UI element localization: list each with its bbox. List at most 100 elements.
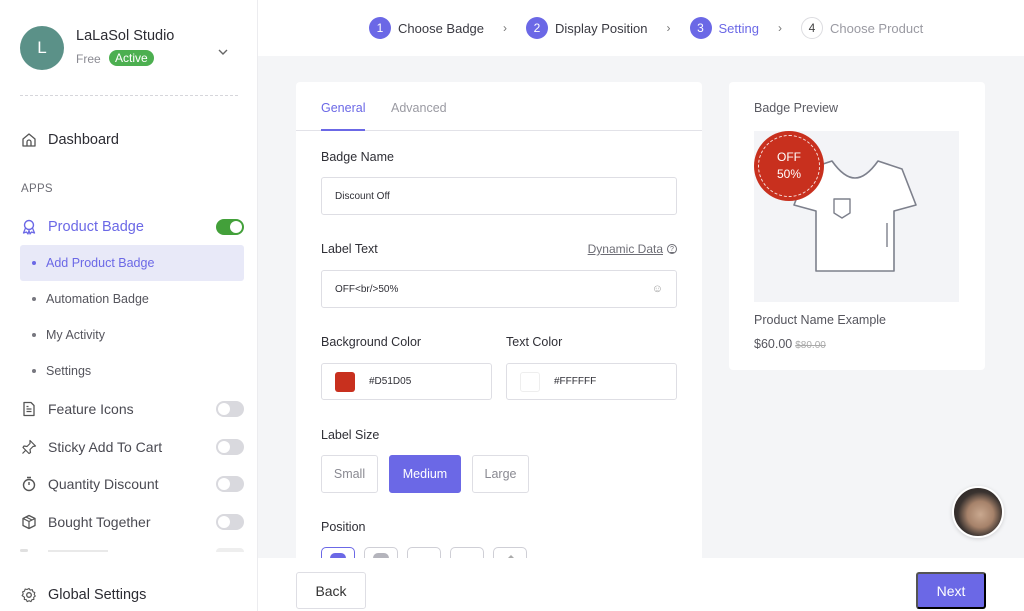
sidebar-item-label: Sticky Add To Cart (48, 439, 163, 455)
size-medium-button[interactable]: Medium (389, 455, 461, 493)
tab-advanced[interactable]: Advanced (391, 101, 447, 129)
settings-tabs: General Advanced (296, 82, 702, 131)
support-chat-avatar[interactable] (952, 486, 1004, 538)
product-price: $60.00 $80.00 (754, 337, 826, 351)
badge-preview-title: Badge Preview (754, 101, 839, 115)
sidebar-item-product-badge[interactable]: Product Badge (20, 213, 244, 241)
status-badge: Active (109, 50, 154, 66)
apps-heading: APPS (21, 183, 53, 195)
account-plan: Free (76, 52, 101, 66)
product-name: Product Name Example (754, 313, 887, 327)
bought-together-toggle[interactable] (216, 514, 244, 530)
step-setting[interactable]: 3 Setting (689, 17, 759, 39)
sidebar-subitem-label: Add Product Badge (46, 256, 155, 270)
sidebar-item-label: Bought Together (48, 514, 151, 530)
step-label: Setting (718, 20, 759, 36)
sidebar-item-label: Feature Icons (48, 401, 134, 417)
back-button[interactable]: Back (296, 572, 366, 609)
tab-general[interactable]: General (321, 101, 366, 131)
chevron-right-icon: › (778, 21, 782, 35)
sidebar-item-dashboard[interactable]: Dashboard (20, 126, 244, 154)
dynamic-data-link[interactable]: Dynamic Data ? (588, 242, 677, 256)
badge-preview-card: Badge Preview OFF 50% Product Name Examp… (729, 82, 985, 370)
size-small-button[interactable]: Small (321, 455, 378, 493)
pin-icon (20, 438, 38, 456)
badge-name-input[interactable]: Discount Off (321, 177, 677, 215)
home-icon (20, 131, 38, 149)
label-text-input[interactable]: OFF<br/>50% ☺ (321, 270, 677, 308)
badge-name-value: Discount Off (335, 190, 390, 202)
feature-icons-toggle[interactable] (216, 401, 244, 417)
text-color-value: #FFFFFF (554, 376, 597, 387)
sidebar: L LaLaSol Studio Free Active Dashboard A… (0, 0, 258, 611)
divider (20, 95, 238, 96)
background-color-value: #D51D05 (369, 376, 412, 387)
text-color-input[interactable]: #FFFFFF (506, 363, 677, 400)
position-option-top-right[interactable] (364, 547, 398, 558)
account-avatar: L (20, 26, 64, 70)
step-label: Choose Product (830, 20, 924, 36)
box-icon (20, 513, 38, 531)
step-choose-badge[interactable]: 1 Choose Badge (369, 17, 484, 39)
badge-line-2: 50% (776, 167, 802, 181)
emoji-icon[interactable]: ☺ (652, 283, 663, 295)
background-color-input[interactable]: #D51D05 (321, 363, 492, 400)
position-option-top-left[interactable] (321, 547, 355, 558)
sidebar-item-global-settings[interactable]: Global Settings (20, 581, 146, 609)
step-number: 4 (801, 17, 823, 39)
sidebar-subitem-my-activity[interactable]: My Activity (20, 317, 244, 353)
account-name: LaLaSol Studio (76, 28, 175, 44)
sidebar-subitem-settings[interactable]: Settings (20, 353, 244, 389)
stepper: 1 Choose Badge › 2 Display Position › 3 … (369, 16, 923, 40)
position-label: Position (321, 520, 366, 534)
settings-card: General Advanced Badge Name Discount Off… (296, 82, 702, 558)
chevron-down-icon[interactable] (218, 42, 228, 60)
text-color-swatch[interactable] (520, 371, 540, 392)
badge-icon (20, 218, 38, 236)
sidebar-item-bought-together[interactable]: Bought Together (20, 508, 244, 536)
sidebar-subitem-automation-badge[interactable]: Automation Badge (20, 281, 244, 317)
bullet-icon (32, 261, 36, 265)
sidebar-subitem-label: Settings (46, 364, 92, 378)
dynamic-data-text: Dynamic Data (587, 242, 663, 256)
sidebar-item-label: Product Badge (48, 219, 144, 235)
step-choose-product[interactable]: 4 Choose Product (801, 17, 923, 39)
chevron-right-icon: › (503, 21, 508, 35)
position-option-5[interactable] (493, 547, 527, 558)
next-button[interactable]: Next (916, 572, 986, 609)
help-icon[interactable]: ? (667, 244, 677, 254)
step-label: Display Position (555, 20, 648, 36)
badge-line-1: OFF (777, 150, 801, 164)
product-badge-toggle[interactable] (216, 219, 244, 235)
footer-bar (258, 558, 1024, 611)
position-option-3[interactable] (407, 547, 441, 558)
account-switcher[interactable]: L LaLaSol Studio Free Active (20, 24, 240, 74)
sticky-add-to-cart-toggle[interactable] (216, 439, 244, 455)
sidebar-item-sticky-add-to-cart[interactable]: Sticky Add To Cart (20, 433, 244, 461)
stopwatch-icon (20, 475, 38, 493)
badge-name-label: Badge Name (321, 150, 394, 164)
sidebar-subitem-label: My Activity (46, 328, 106, 342)
sidebar-item-feature-icons[interactable]: Feature Icons (20, 395, 244, 423)
price-current: $60.00 (754, 337, 793, 351)
step-number: 1 (369, 17, 391, 39)
sidebar-item-label: Dashboard (48, 132, 119, 148)
label-text-value: OFF<br/>50% (335, 283, 399, 295)
bullet-icon (32, 333, 36, 337)
top-bar: 1 Choose Badge › 2 Display Position › 3 … (258, 0, 1024, 56)
sidebar-item-quantity-discount[interactable]: Quantity Discount (20, 470, 244, 498)
position-option-4[interactable] (450, 547, 484, 558)
step-display-position[interactable]: 2 Display Position (526, 17, 648, 39)
text-color-label: Text Color (506, 335, 563, 349)
gear-icon (20, 586, 38, 604)
bullet-icon (32, 369, 36, 373)
quantity-discount-toggle[interactable] (216, 476, 244, 492)
sidebar-item-partially-hidden (20, 545, 244, 559)
step-label: Choose Badge (398, 20, 485, 36)
sidebar-subitem-add-product-badge[interactable]: Add Product Badge (20, 245, 244, 281)
file-icon (20, 400, 38, 418)
price-original: $80.00 (795, 340, 826, 351)
label-text-label: Label Text (321, 242, 378, 256)
size-large-button[interactable]: Large (472, 455, 529, 493)
background-color-swatch[interactable] (335, 371, 355, 392)
